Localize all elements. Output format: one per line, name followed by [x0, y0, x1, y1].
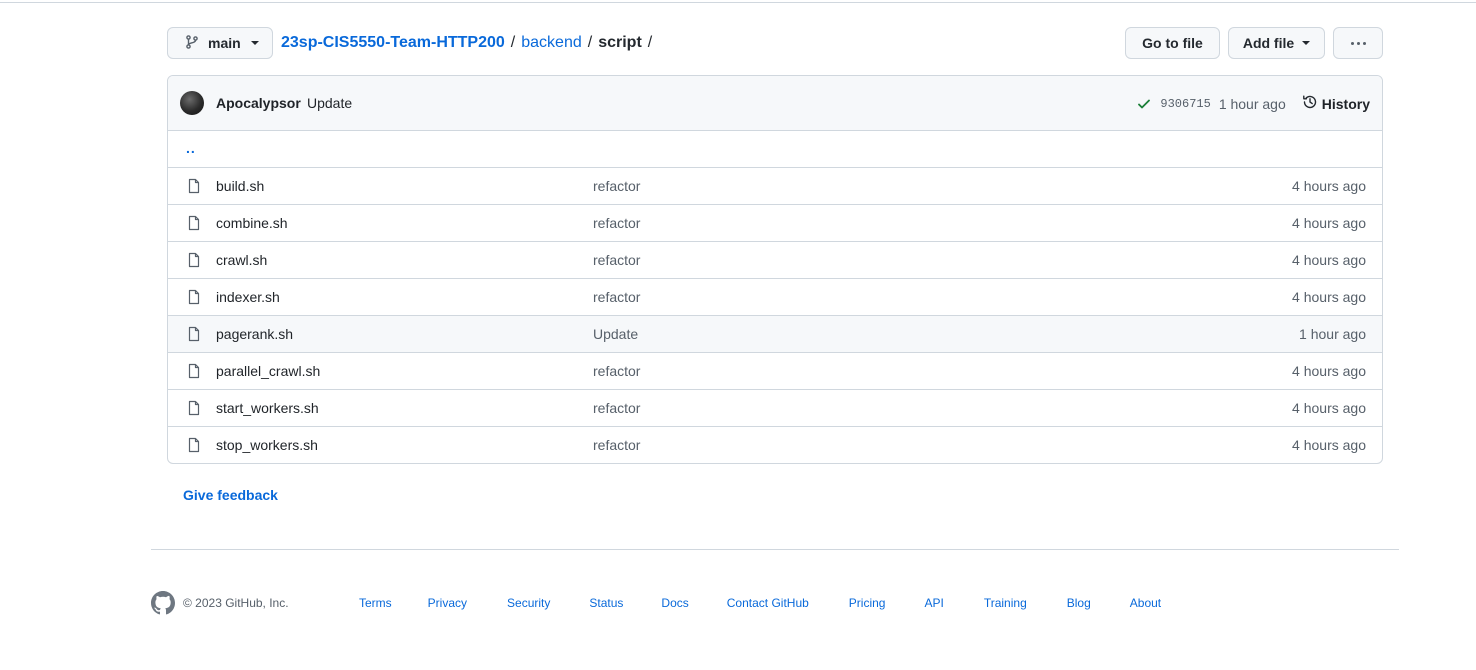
- footer: © 2023 GitHub, Inc. Terms Privacy Security…: [151, 591, 1399, 615]
- git-branch-icon: [184, 34, 200, 53]
- file-row[interactable]: start_workers.sh refactor 4 hours ago: [168, 390, 1382, 427]
- footer-link-contact-github[interactable]: Contact GitHub: [727, 596, 809, 610]
- file-commit-message[interactable]: Update: [593, 326, 638, 342]
- file-commit-message[interactable]: refactor: [593, 215, 640, 231]
- breadcrumb-repo-link[interactable]: 23sp-CIS5550-Team-HTTP200: [281, 34, 505, 52]
- footer-link-status[interactable]: Status: [589, 596, 623, 610]
- file-commit-message[interactable]: refactor: [593, 178, 640, 194]
- commit-sha-link[interactable]: 9306715: [1160, 97, 1210, 111]
- go-to-file-button[interactable]: Go to file: [1125, 27, 1220, 59]
- check-icon[interactable]: [1136, 96, 1152, 112]
- file-commit-message[interactable]: refactor: [593, 363, 640, 379]
- file-commit-message[interactable]: refactor: [593, 289, 640, 305]
- footer-link-blog[interactable]: Blog: [1067, 596, 1091, 610]
- breadcrumb-backend-link[interactable]: backend: [521, 34, 582, 52]
- file-icon: [186, 252, 202, 271]
- branch-select-button[interactable]: main: [167, 27, 273, 59]
- file-row[interactable]: pagerank.sh Update 1 hour ago: [168, 316, 1382, 353]
- file-icon: [186, 437, 202, 456]
- history-label: History: [1321, 95, 1370, 112]
- add-file-label: Add file: [1242, 35, 1295, 51]
- parent-directory-row[interactable]: ..: [168, 131, 1382, 168]
- commit-time: 1 hour ago: [1218, 95, 1286, 112]
- commit-meta: 9306715 1 hour ago History: [1136, 76, 1370, 131]
- footer-link-terms[interactable]: Terms: [359, 596, 392, 610]
- breadcrumb-separator: /: [647, 34, 653, 51]
- file-age: 4 hours ago: [1292, 400, 1366, 416]
- footer-links: Terms Privacy Security Status Docs Contact Gi…: [359, 596, 1161, 610]
- add-file-button[interactable]: Add file: [1228, 27, 1325, 59]
- branch-name: main: [208, 35, 241, 51]
- file-age: 4 hours ago: [1292, 252, 1366, 268]
- file-icon: [186, 326, 202, 345]
- file-list: Apocalypsor Update 9306715 1 hour ago Hi…: [167, 75, 1383, 464]
- file-icon: [186, 289, 202, 308]
- file-age: 4 hours ago: [1292, 215, 1366, 231]
- file-row[interactable]: build.sh refactor 4 hours ago: [168, 168, 1382, 205]
- footer-link-training[interactable]: Training: [984, 596, 1027, 610]
- chevron-down-icon: [1302, 41, 1311, 45]
- footer-link-pricing[interactable]: Pricing: [849, 596, 886, 610]
- file-name-link[interactable]: start_workers.sh: [216, 400, 319, 416]
- commit-message[interactable]: Update: [307, 95, 352, 111]
- file-commit-message[interactable]: refactor: [593, 400, 640, 416]
- file-name-link[interactable]: stop_workers.sh: [216, 437, 318, 453]
- footer-link-api[interactable]: API: [924, 596, 943, 610]
- file-icon: [186, 400, 202, 419]
- avatar[interactable]: [180, 91, 204, 115]
- file-row[interactable]: combine.sh refactor 4 hours ago: [168, 205, 1382, 242]
- file-commit-message[interactable]: refactor: [593, 437, 640, 453]
- footer-link-security[interactable]: Security: [507, 596, 550, 610]
- parent-directory-link[interactable]: ..: [186, 140, 196, 156]
- file-name-link[interactable]: indexer.sh: [216, 289, 280, 305]
- file-icon: [186, 363, 202, 382]
- breadcrumb-current: script: [598, 34, 642, 51]
- chevron-down-icon: [250, 41, 259, 45]
- history-icon: [1302, 94, 1318, 113]
- file-row[interactable]: parallel_crawl.sh refactor 4 hours ago: [168, 353, 1382, 390]
- file-icon: [186, 178, 202, 197]
- footer-divider: [151, 549, 1399, 550]
- file-name-link[interactable]: combine.sh: [216, 215, 288, 231]
- file-icon: [186, 215, 202, 234]
- file-row[interactable]: stop_workers.sh refactor 4 hours ago: [168, 427, 1382, 463]
- breadcrumb-separator: /: [587, 34, 593, 51]
- file-name-link[interactable]: pagerank.sh: [216, 326, 293, 342]
- file-age: 4 hours ago: [1292, 178, 1366, 194]
- top-divider: [0, 2, 1476, 3]
- more-options-button[interactable]: [1333, 27, 1383, 59]
- copyright-text: © 2023 GitHub, Inc.: [183, 596, 289, 610]
- breadcrumb-separator: /: [510, 34, 516, 51]
- go-to-file-label: Go to file: [1142, 35, 1203, 51]
- github-logo-icon[interactable]: [151, 591, 175, 618]
- breadcrumb: 23sp-CIS5550-Team-HTTP200 / backend / sc…: [281, 27, 658, 59]
- file-row[interactable]: indexer.sh refactor 4 hours ago: [168, 279, 1382, 316]
- file-age: 4 hours ago: [1292, 289, 1366, 305]
- history-link[interactable]: History: [1302, 94, 1370, 113]
- footer-link-about[interactable]: About: [1130, 596, 1161, 610]
- file-navigation: main 23sp-CIS5550-Team-HTTP200 / backend…: [167, 27, 1383, 59]
- file-row[interactable]: crawl.sh refactor 4 hours ago: [168, 242, 1382, 279]
- latest-commit-bar: Apocalypsor Update 9306715 1 hour ago Hi…: [168, 76, 1382, 131]
- file-name-link[interactable]: build.sh: [216, 178, 264, 194]
- file-age: 1 hour ago: [1299, 326, 1366, 342]
- give-feedback-link[interactable]: Give feedback: [183, 487, 278, 503]
- commit-author[interactable]: Apocalypsor: [216, 95, 301, 111]
- footer-link-docs[interactable]: Docs: [661, 596, 688, 610]
- file-age: 4 hours ago: [1292, 437, 1366, 453]
- file-commit-message[interactable]: refactor: [593, 252, 640, 268]
- kebab-horizontal-icon: [1350, 41, 1366, 45]
- file-name-link[interactable]: parallel_crawl.sh: [216, 363, 320, 379]
- file-name-link[interactable]: crawl.sh: [216, 252, 267, 268]
- file-age: 4 hours ago: [1292, 363, 1366, 379]
- footer-link-privacy[interactable]: Privacy: [428, 596, 467, 610]
